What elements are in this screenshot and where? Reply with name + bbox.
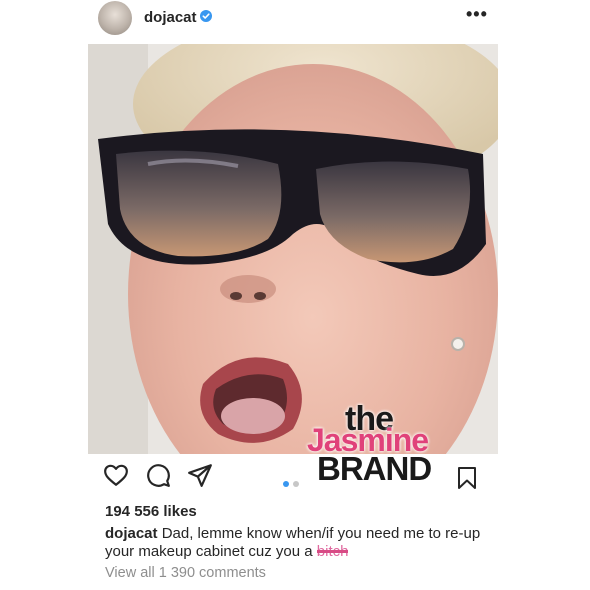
carousel-indicator bbox=[283, 474, 303, 492]
send-icon[interactable] bbox=[187, 462, 213, 488]
verified-badge-icon bbox=[200, 10, 212, 22]
post-caption: dojacat Dad, lemme know when/if you need… bbox=[105, 525, 485, 561]
avatar[interactable] bbox=[98, 1, 132, 35]
comment-icon[interactable] bbox=[145, 462, 171, 488]
bookmark-icon[interactable] bbox=[456, 466, 478, 490]
post-username[interactable]: dojacat bbox=[144, 9, 197, 26]
caption-censored-word: bitch bbox=[316, 543, 349, 560]
view-comments-link[interactable]: View all 1 390 comments bbox=[105, 565, 266, 581]
more-options-icon[interactable]: ••• bbox=[466, 4, 488, 25]
caption-username[interactable]: dojacat bbox=[105, 525, 162, 542]
carousel-dot-active bbox=[283, 481, 289, 487]
action-bar bbox=[88, 462, 498, 494]
likes-count[interactable]: 194 556 likes bbox=[105, 503, 197, 520]
post-header: dojacat ••• bbox=[0, 0, 590, 38]
post-photo[interactable] bbox=[88, 44, 498, 454]
carousel-dot bbox=[293, 481, 299, 487]
selfie-photo bbox=[88, 44, 498, 454]
heart-icon[interactable] bbox=[103, 462, 129, 488]
caption-text: Dad, lemme know when/if you need me to r… bbox=[105, 525, 481, 560]
